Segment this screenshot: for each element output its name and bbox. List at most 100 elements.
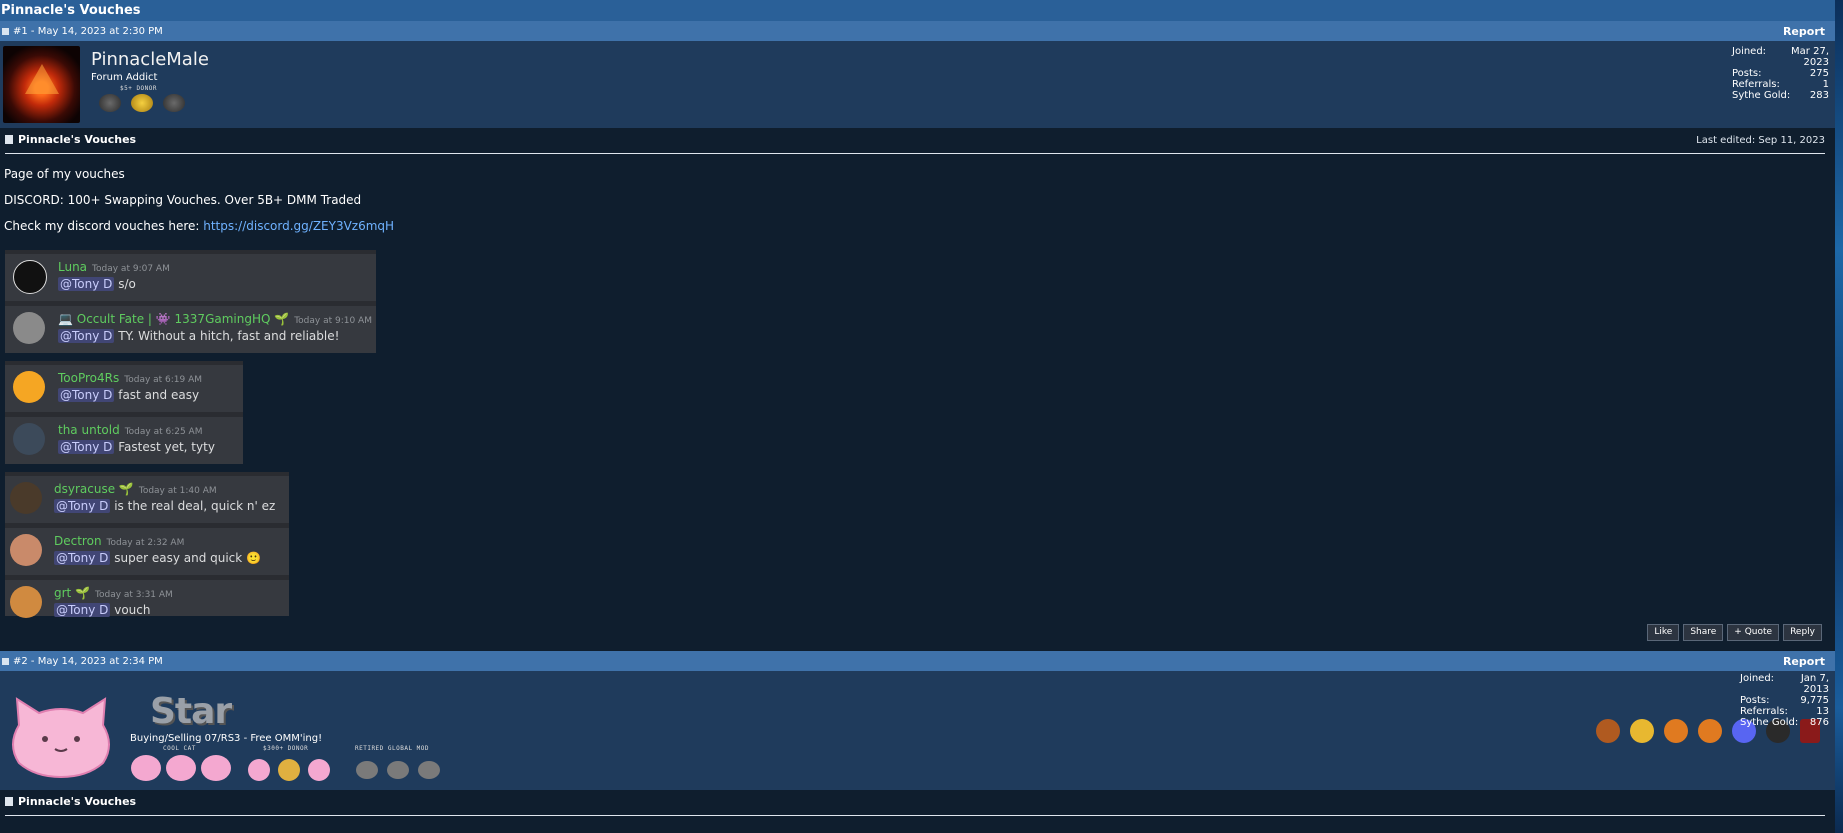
medal-icon[interactable]: [1630, 719, 1654, 743]
stat-label: Sythe Gold:: [1740, 717, 1799, 728]
report-link[interactable]: Report: [1783, 655, 1825, 668]
discord-username-row: TooPro4Rs Today at 6:19 AM: [58, 371, 202, 385]
user-avatar[interactable]: [3, 46, 80, 123]
stat-label: Referrals:: [1740, 706, 1788, 717]
stat-label: Joined:: [1732, 46, 1767, 57]
username-logo[interactable]: Star: [150, 691, 232, 732]
pink-cat-icon[interactable]: [131, 755, 161, 781]
gold-coins-icon[interactable]: [131, 94, 153, 112]
pink-cat-icon[interactable]: [166, 755, 196, 781]
discord-message: TooPro4Rs Today at 6:19 AM @Tony D fast a…: [5, 365, 243, 412]
content-title: Pinnacle's Vouches: [5, 795, 136, 808]
thread-title: Pinnacle's Vouches: [0, 0, 1835, 21]
mention: @Tony D: [58, 277, 115, 291]
pink-cat-icon[interactable]: [248, 759, 270, 781]
user-info-row: PinnacleMale Forum Addict $5+ DONOR Join…: [0, 41, 1835, 128]
donor-label: $5+ DONOR: [120, 85, 158, 92]
discord-text-row: @Tony D is the real deal, quick n' ez: [54, 499, 275, 513]
trophy-badge-icon[interactable]: [99, 94, 121, 112]
discord-text-row: @Tony D TY. Without a hitch, fast and re…: [58, 329, 339, 343]
mod-helmet-icon[interactable]: [387, 761, 409, 779]
badge-label: RETIRED GLOBAL MOD: [355, 745, 430, 752]
stat-label: Posts:: [1740, 695, 1770, 706]
document-icon: [5, 135, 13, 144]
mention: @Tony D: [58, 440, 115, 454]
trophy-badge-icon[interactable]: [163, 94, 185, 112]
post-actions: Like Share + Quote Reply: [1647, 624, 1822, 641]
badge-label: $300+ DONOR: [263, 745, 309, 752]
post-header: #2 - May 14, 2023 at 2:34 PM Report: [0, 651, 1835, 671]
like-button[interactable]: Like: [1647, 624, 1680, 641]
background-edge: [1835, 0, 1843, 833]
discord-time: Today at 6:25 AM: [124, 427, 203, 437]
discord-message: dsyracuse 🌱 Today at 1:40 AM @Tony D is t…: [5, 476, 289, 523]
content-title-text: Pinnacle's Vouches: [18, 795, 137, 808]
discord-avatar: [10, 482, 42, 514]
post-content: Pinnacle's Vouches Last edited: Sep 11, …: [0, 128, 1835, 651]
pink-cat-icon[interactable]: [201, 755, 231, 781]
discord-text: Fastest yet, tyty: [114, 440, 215, 454]
discord-text: vouch: [110, 603, 151, 617]
squirrel-icon[interactable]: [1596, 719, 1620, 743]
discord-link[interactable]: https://discord.gg/ZEY3Vz6mqH: [203, 219, 394, 233]
post-number-date[interactable]: #1 - May 14, 2023 at 2:30 PM: [13, 26, 163, 37]
discord-avatar: [13, 423, 45, 455]
discord-username: Dectron: [54, 534, 102, 548]
gear-badge-icon[interactable]: [1664, 719, 1688, 743]
discord-username: TooPro4Rs: [58, 371, 120, 385]
quote-button[interactable]: + Quote: [1727, 624, 1780, 641]
username[interactable]: PinnacleMale: [91, 49, 209, 70]
stat-value: 876: [1809, 717, 1829, 728]
mention: @Tony D: [58, 329, 115, 343]
body-line: Page of my vouches: [4, 167, 125, 181]
discord-username-row: Dectron Today at 2:32 AM: [54, 534, 184, 548]
discord-username: tha untold: [58, 423, 120, 437]
stat-label: Posts:: [1732, 68, 1762, 79]
stat-value: 1: [1822, 79, 1829, 90]
discord-message: grt 🌱 Today at 3:31 AM @Tony D vouch: [5, 575, 289, 618]
user-rank: Forum Addict: [91, 72, 158, 83]
discord-avatar: [10, 586, 42, 618]
discord-text-row: @Tony D Fastest yet, tyty: [58, 440, 215, 454]
discord-username: Luna: [58, 260, 88, 274]
report-link[interactable]: Report: [1783, 25, 1825, 38]
link-prefix: Check my discord vouches here:: [4, 219, 204, 233]
discord-message: tha untold Today at 6:25 AM @Tony D Faste…: [5, 412, 243, 464]
discord-text: is the real deal, quick n' ez: [110, 499, 276, 513]
stat-value: 9,775: [1800, 695, 1829, 706]
discord-username-row: Luna Today at 9:07 AM: [58, 260, 170, 274]
discord-username: 💻 Occult Fate | 👾 1337GamingHQ 🌱: [58, 312, 290, 326]
discord-avatar: [13, 260, 47, 294]
post-icon: [2, 27, 9, 35]
user-signature: Buying/Selling 07/RS3 - Free OMM'ing!: [130, 733, 323, 744]
mod-helmet-icon[interactable]: [356, 761, 378, 779]
discord-time: Today at 1:40 AM: [138, 486, 217, 496]
post-number-date[interactable]: #2 - May 14, 2023 at 2:34 PM: [13, 656, 163, 667]
discord-avatar: [10, 534, 42, 566]
discord-text-row: @Tony D fast and easy: [58, 388, 199, 402]
discord-screenshot: TooPro4Rs Today at 6:19 AM @Tony D fast a…: [5, 361, 243, 464]
discord-message: Luna Today at 9:07 AM @Tony D s/o: [5, 254, 376, 301]
discord-avatar: [13, 312, 45, 344]
stat-value: 275: [1809, 68, 1829, 79]
cat-avatar[interactable]: [7, 695, 115, 779]
mention: @Tony D: [58, 388, 115, 402]
divider: [5, 815, 1825, 816]
gear-badge-icon[interactable]: [1698, 719, 1722, 743]
stat-value: 13: [1816, 706, 1829, 717]
gold-coins-icon[interactable]: [278, 759, 300, 781]
stat-value: 283: [1809, 90, 1829, 101]
thread-container: Pinnacle's Vouches #1 - May 14, 2023 at …: [0, 0, 1835, 823]
mention: @Tony D: [54, 603, 111, 617]
mod-helmet-icon[interactable]: [418, 761, 440, 779]
discord-username: grt 🌱: [54, 586, 91, 600]
discord-username-row: grt 🌱 Today at 3:31 AM: [54, 586, 173, 600]
share-button[interactable]: Share: [1683, 624, 1724, 641]
badge-label: COOL CAT: [163, 745, 196, 752]
discord-text: s/o: [114, 277, 136, 291]
post-content: Pinnacle's Vouches: [0, 790, 1835, 823]
reply-button[interactable]: Reply: [1783, 624, 1822, 641]
discord-screenshot: dsyracuse 🌱 Today at 1:40 AM @Tony D is t…: [5, 472, 289, 618]
discord-time: Today at 6:19 AM: [124, 375, 203, 385]
pink-cat-icon[interactable]: [308, 759, 330, 781]
